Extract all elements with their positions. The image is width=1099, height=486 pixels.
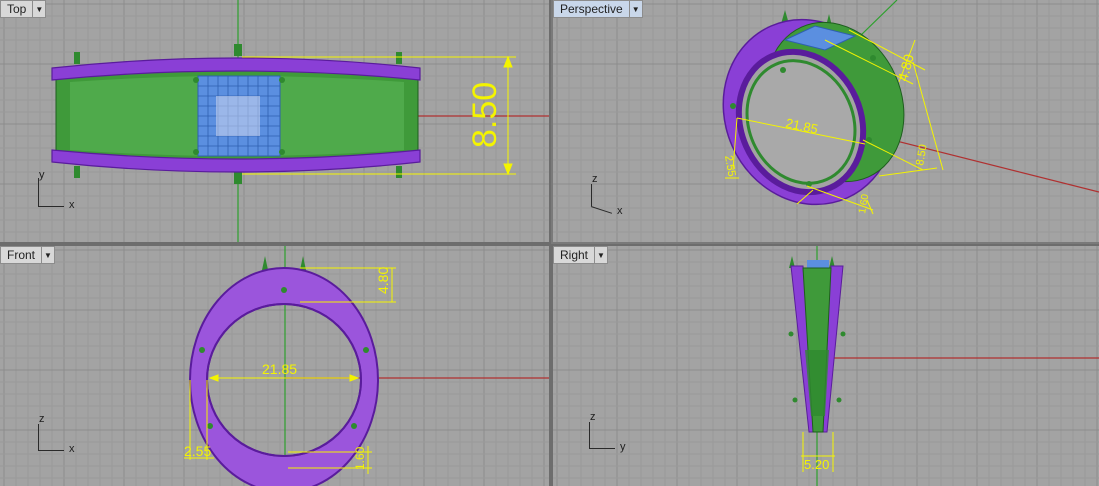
chevron-down-icon[interactable]: ▼ <box>628 1 642 17</box>
dim-top-height: 8.50 <box>466 82 504 148</box>
dim-front-band: 4.80 <box>375 267 391 294</box>
chevron-down-icon[interactable]: ▼ <box>594 247 607 263</box>
chevron-down-icon[interactable]: ▼ <box>32 1 45 17</box>
viewport-perspective[interactable]: Perspective ▼ 4.80 21.85 8.50 2.55 1.60 … <box>551 0 1099 244</box>
tab-top[interactable]: Top ▼ <box>0 0 47 18</box>
viewport-front[interactable]: Front ▼ 4.80 21.85 2.55 1.60 z x <box>0 246 549 486</box>
dim-persp-thick: 2.55 <box>722 154 738 177</box>
axis-indicator-top: y x <box>38 169 75 211</box>
tab-perspective[interactable]: Perspective ▼ <box>553 0 643 18</box>
dim-persp-band: 4.80 <box>894 52 917 83</box>
dim-persp-height: 8.50 <box>914 143 930 166</box>
viewport-label-top[interactable]: Top <box>1 1 32 17</box>
dim-right-width: 5.20 <box>804 457 829 472</box>
viewport-label-right[interactable]: Right <box>554 247 594 263</box>
dim-front-inner: 21.85 <box>262 361 297 377</box>
viewport-label-perspective[interactable]: Perspective <box>554 1 629 17</box>
viewport-right[interactable]: Right ▼ 5.20 z y <box>553 246 1099 486</box>
chevron-down-icon[interactable]: ▼ <box>41 247 54 263</box>
dim-persp-bottom: 1.60 <box>857 193 871 215</box>
tab-right[interactable]: Right ▼ <box>553 246 609 264</box>
tab-front[interactable]: Front ▼ <box>0 246 56 264</box>
dim-front-thick: 2.55 <box>184 443 211 459</box>
axis-indicator-front: z x <box>38 413 75 455</box>
viewport-label-front[interactable]: Front <box>1 247 41 263</box>
dim-front-bottom: 1.60 <box>353 446 367 470</box>
viewport-top[interactable]: Top ▼ 8.50 y x <box>0 0 549 242</box>
axis-indicator-perspective: z x <box>590 173 623 217</box>
axis-indicator-right: z y <box>589 411 626 453</box>
